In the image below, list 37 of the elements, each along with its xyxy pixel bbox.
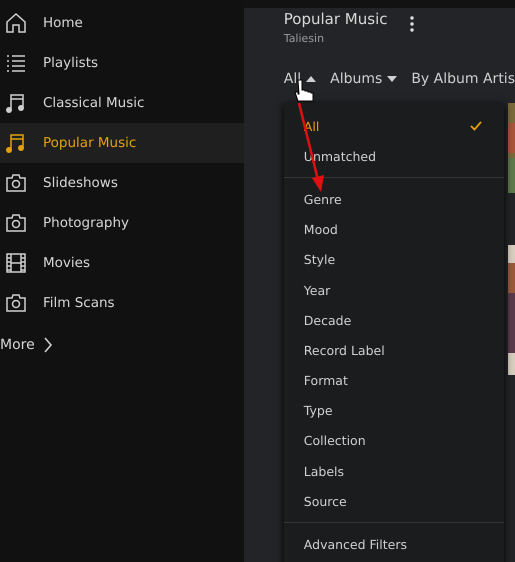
menu-item[interactable]: Source — [284, 486, 504, 516]
vertical-dots-icon — [410, 16, 414, 32]
page-subtitle: Taliesin — [284, 32, 326, 45]
menu-item[interactable]: Advanced Filters — [284, 529, 504, 560]
sidebar-item[interactable]: Movies — [0, 243, 244, 283]
page-title: Popular Music — [284, 10, 388, 28]
sidebar-item[interactable]: Film Scans — [0, 283, 244, 323]
caret-down-icon — [387, 76, 398, 82]
filter-dropdown[interactable]: By Album Artis — [411, 71, 515, 87]
more-link[interactable]: More — [0, 323, 244, 367]
music-note-icon — [5, 132, 27, 154]
camera-icon — [5, 172, 27, 194]
sidebar-item[interactable]: Slideshows — [0, 163, 244, 203]
menu-item[interactable]: Record Label — [284, 335, 504, 366]
film-icon — [5, 252, 27, 274]
camera-icon — [5, 292, 27, 314]
menu-item[interactable]: Mood — [284, 214, 504, 245]
camera-icon — [5, 212, 27, 234]
menu-item[interactable]: Labels — [284, 456, 504, 486]
sidebar-item[interactable]: Home — [0, 3, 244, 43]
caret-up-icon — [306, 76, 316, 82]
sidebar-item[interactable]: Popular Music — [0, 123, 244, 163]
menu-item[interactable]: Style — [284, 244, 504, 275]
music-note-icon — [5, 92, 27, 114]
checkmark-icon — [470, 121, 482, 132]
menu-item[interactable]: Collection — [284, 426, 504, 456]
menu-item[interactable]: Type — [284, 396, 504, 426]
sidebar-item[interactable]: Photography — [0, 203, 244, 243]
chevron-right-icon — [42, 336, 53, 354]
menu-item[interactable]: Year — [284, 274, 504, 306]
home-icon — [5, 12, 27, 34]
filter-dropdown[interactable]: Albums — [330, 71, 398, 87]
menu-item[interactable]: Genre — [284, 184, 504, 215]
sidebar-item[interactable]: Playlists — [0, 43, 244, 83]
sidebar-item[interactable]: Classical Music — [0, 83, 244, 123]
menu-item[interactable]: Decade — [284, 305, 504, 336]
menu-item[interactable]: Format — [284, 366, 504, 396]
